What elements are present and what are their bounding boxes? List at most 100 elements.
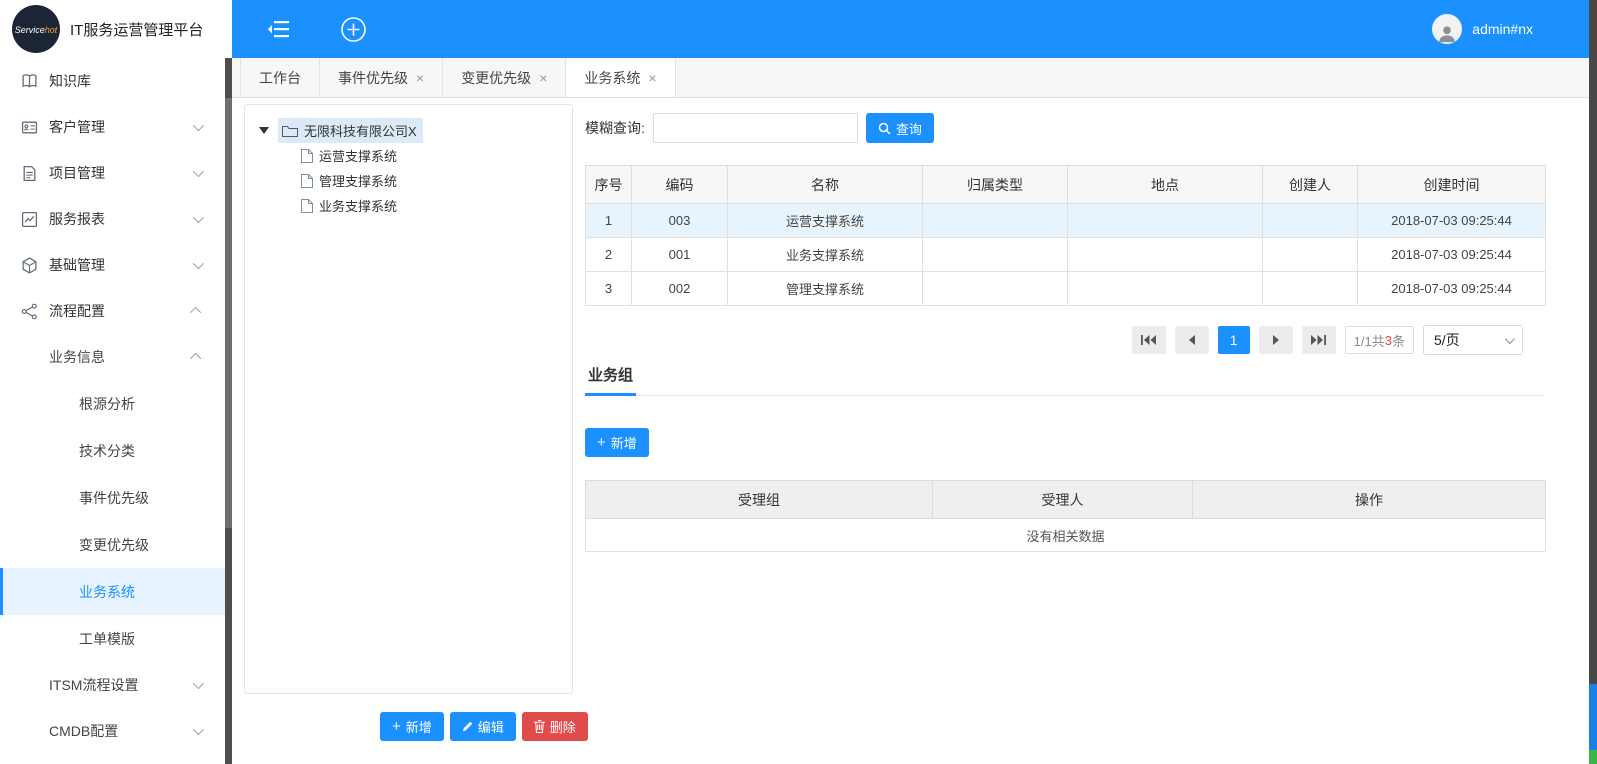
sidebar-item-label: 根源分析 xyxy=(79,394,135,414)
sidebar-item-cmdb-config[interactable]: CMDB配置 xyxy=(0,708,225,754)
business-group-table: 受理组 受理人 操作 没有相关数据 xyxy=(585,480,1546,552)
add-group-button[interactable]: + 新增 xyxy=(585,428,649,457)
cell-created: 2018-07-03 09:25:44 xyxy=(1358,238,1546,272)
business-group-section-header: 业务组 xyxy=(585,364,1545,396)
cell-creator xyxy=(1263,238,1358,272)
sidebar-scrollbar-thumb[interactable] xyxy=(225,98,232,528)
sidebar-item-knowledge-base[interactable]: 知识库 xyxy=(0,58,225,104)
cell-type xyxy=(923,238,1068,272)
sidebar-item-label: 客户管理 xyxy=(49,117,105,137)
close-icon[interactable]: × xyxy=(648,71,656,85)
sidebar-item-business-info[interactable]: 业务信息 xyxy=(0,334,225,380)
tree-node-business-support[interactable]: 业务支撑系统 xyxy=(245,193,572,218)
logo-area: Servicehot IT服务运营管理平台 xyxy=(0,0,232,58)
sidebar: 知识库 客户管理 项目管理 服务报表 基础管理 流程配置 业务信息 根源分析 技… xyxy=(0,58,225,764)
sidebar-item-root-cause[interactable]: 根源分析 xyxy=(0,380,225,427)
sidebar-item-tech-category[interactable]: 技术分类 xyxy=(0,427,225,474)
sidebar-item-label: 工单模版 xyxy=(79,629,135,649)
tree-node-operation-support[interactable]: 运营支撑系统 xyxy=(245,143,572,168)
cell-index: 1 xyxy=(586,204,632,238)
tab-label: 事件优先级 xyxy=(338,68,408,88)
page-scrollbar-end xyxy=(1589,750,1597,764)
search-icon xyxy=(878,122,891,135)
add-circle-icon[interactable] xyxy=(336,12,370,46)
sidebar-item-customer-mgmt[interactable]: 客户管理 xyxy=(0,104,225,150)
col-header: 创建人 xyxy=(1263,166,1358,204)
sidebar-item-label: ITSM流程设置 xyxy=(49,675,138,695)
col-header: 名称 xyxy=(728,166,923,204)
button-label: 编辑 xyxy=(478,717,504,736)
col-header: 创建时间 xyxy=(1358,166,1546,204)
page-size-select[interactable]: 5/页 xyxy=(1423,325,1523,355)
username: admin#nx xyxy=(1472,21,1533,37)
first-page-button[interactable] xyxy=(1132,326,1166,354)
sidebar-item-itsm-process[interactable]: ITSM流程设置 xyxy=(0,662,225,708)
tab-label: 变更优先级 xyxy=(461,68,531,88)
button-label: 新增 xyxy=(406,717,432,736)
sidebar-item-label: 技术分类 xyxy=(79,441,135,461)
table-row[interactable]: 1 003 运营支撑系统 2018-07-03 09:25:44 xyxy=(586,204,1546,238)
page-info-count: 3 xyxy=(1385,333,1392,348)
tree-node-management-support[interactable]: 管理支撑系统 xyxy=(245,168,572,193)
table-row[interactable]: 2 001 业务支撑系统 2018-07-03 09:25:44 xyxy=(586,238,1546,272)
next-page-button[interactable] xyxy=(1259,326,1293,354)
chevron-down-icon xyxy=(193,678,204,689)
sidebar-item-process-config[interactable]: 流程配置 xyxy=(0,288,225,334)
chevron-down-icon xyxy=(193,212,204,223)
current-page-button[interactable]: 1 xyxy=(1218,326,1250,354)
col-header: 归属类型 xyxy=(923,166,1068,204)
chevron-down-icon xyxy=(1505,334,1515,344)
table-row[interactable]: 3 002 管理支撑系统 2018-07-03 09:25:44 xyxy=(586,272,1546,306)
tree-edit-button[interactable]: 编辑 xyxy=(450,712,516,741)
fuzzy-search-input[interactable] xyxy=(653,113,858,143)
sidebar-item-incident-priority[interactable]: 事件优先级 xyxy=(0,474,225,521)
page-scrollbar[interactable] xyxy=(1589,0,1597,764)
search-button[interactable]: 查询 xyxy=(866,113,934,143)
last-page-button[interactable] xyxy=(1302,326,1336,354)
sidebar-item-label: 项目管理 xyxy=(49,163,105,183)
user-menu[interactable]: admin#nx xyxy=(1432,14,1533,44)
col-header: 操作 xyxy=(1193,481,1546,519)
trash-icon xyxy=(534,720,545,733)
sidebar-scrollbar[interactable] xyxy=(225,58,232,764)
sidebar-item-ticket-template[interactable]: 工单模版 xyxy=(0,615,225,662)
sidebar-item-service-report[interactable]: 服务报表 xyxy=(0,196,225,242)
cell-creator xyxy=(1263,272,1358,306)
sidebar-item-base-mgmt[interactable]: 基础管理 xyxy=(0,242,225,288)
close-icon[interactable]: × xyxy=(416,71,424,85)
search-label: 模糊查询: xyxy=(585,118,645,138)
tree-add-button[interactable]: + 新增 xyxy=(380,712,444,741)
prev-page-button[interactable] xyxy=(1175,326,1209,354)
close-icon[interactable]: × xyxy=(539,71,547,85)
col-header: 编码 xyxy=(632,166,728,204)
cell-created: 2018-07-03 09:25:44 xyxy=(1358,204,1546,238)
chevron-down-icon xyxy=(193,166,204,177)
sidebar-item-label: 基础管理 xyxy=(49,255,105,275)
sidebar-item-label: 业务信息 xyxy=(49,347,105,367)
cell-type xyxy=(923,272,1068,306)
tree-delete-button[interactable]: 删除 xyxy=(522,712,588,741)
menu-fold-icon[interactable] xyxy=(262,12,296,46)
tab-change-priority[interactable]: 变更优先级 × xyxy=(443,58,566,97)
chart-icon xyxy=(21,211,38,228)
sidebar-item-label: CMDB配置 xyxy=(49,721,118,741)
folder-icon xyxy=(282,124,298,137)
tree-root-node[interactable]: 无限科技有限公司X xyxy=(245,117,572,143)
cell-location xyxy=(1068,238,1263,272)
page-info-text: 条 xyxy=(1392,331,1405,350)
button-label: 删除 xyxy=(550,717,576,736)
sidebar-item-change-priority[interactable]: 变更优先级 xyxy=(0,521,225,568)
sidebar-item-project-mgmt[interactable]: 项目管理 xyxy=(0,150,225,196)
tab-business-system[interactable]: 业务系统 × xyxy=(566,58,675,97)
chevron-up-icon xyxy=(190,307,201,318)
sidebar-item-business-system[interactable]: 业务系统 xyxy=(0,568,225,615)
page-scrollbar-thumb[interactable] xyxy=(1589,684,1597,750)
tab-workbench[interactable]: 工作台 xyxy=(240,58,320,97)
cube-icon xyxy=(21,257,38,274)
page: { "app": { "logo_text_1": "Service", "lo… xyxy=(0,0,1597,764)
tab-incident-priority[interactable]: 事件优先级 × xyxy=(320,58,443,97)
top-bar: admin#nx xyxy=(232,0,1597,58)
sidebar-item-label: 知识库 xyxy=(49,71,91,91)
cell-index: 3 xyxy=(586,272,632,306)
caret-down-icon[interactable] xyxy=(259,127,269,134)
